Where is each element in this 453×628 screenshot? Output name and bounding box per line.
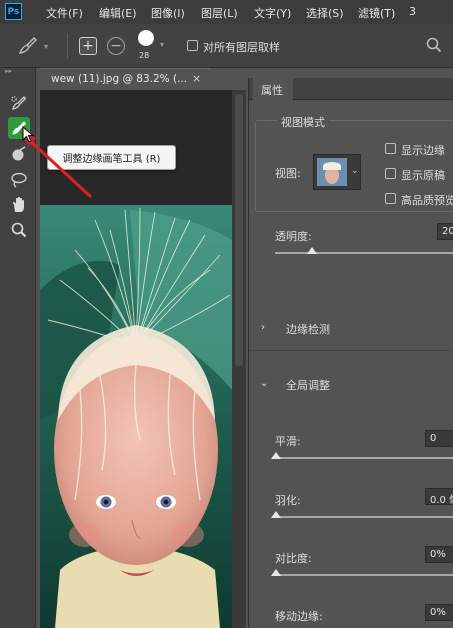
view-mode-title: 视图模式 [277, 114, 329, 130]
panel-tab-bar: 属性 [249, 78, 453, 100]
contrast-label: 对比度: [275, 552, 312, 565]
feather-slider-thumb[interactable] [271, 511, 281, 518]
toolbox: ▸▸ [0, 67, 36, 628]
feather-slider-track[interactable] [275, 516, 453, 518]
subtract-from-selection-icon[interactable]: − [107, 37, 125, 55]
high-quality-preview-checkbox[interactable] [385, 193, 396, 204]
menu-image[interactable]: 图像(I) [151, 5, 185, 21]
menu-select[interactable]: 选择(S) [306, 5, 344, 21]
lasso-tool-icon[interactable] [8, 169, 30, 191]
global-refinement-collapse-icon[interactable]: ⌄ [260, 378, 268, 389]
show-original-label: 显示原稿 [401, 169, 445, 182]
divider [249, 350, 453, 351]
show-edges-label: 显示边缘 [401, 144, 445, 157]
edge-detection-expand-icon[interactable]: › [261, 322, 265, 333]
opacity-slider-track[interactable] [275, 252, 453, 254]
contrast-slider-track[interactable] [275, 574, 453, 576]
photoshop-logo[interactable]: Ps [5, 3, 22, 20]
menu-filter[interactable]: 滤镜(T) [358, 5, 395, 21]
options-bar: ▾ + − 28 ▾ 对所有图层取样 [0, 24, 453, 68]
menu-type[interactable]: 文字(Y) [254, 5, 291, 21]
view-dropdown-chevron-icon: ⌄ [351, 166, 359, 176]
contrast-slider-thumb[interactable] [271, 569, 281, 576]
menu-layer[interactable]: 图层(L) [201, 5, 238, 21]
brush-tip-icon[interactable] [138, 30, 154, 46]
canvas-area[interactable] [40, 90, 232, 628]
sample-all-layers-label: 对所有图层取样 [203, 41, 280, 54]
canvas-vertical-scrollbar[interactable] [232, 90, 246, 628]
tool-tooltip: 调整边缘画笔工具 (R) [47, 145, 176, 170]
global-refinement-title[interactable]: 全局调整 [286, 377, 330, 393]
search-icon[interactable] [426, 37, 442, 53]
smooth-slider-thumb[interactable] [271, 452, 281, 459]
hand-tool-icon[interactable] [8, 194, 30, 216]
view-label: 视图: [275, 167, 301, 180]
zoom-tool-icon[interactable] [8, 219, 30, 241]
brush-tool-icon[interactable] [8, 144, 30, 166]
smooth-slider-track[interactable] [275, 457, 453, 459]
feather-input[interactable]: 0.0 像 [425, 488, 453, 505]
contrast-input[interactable]: 0% [425, 546, 453, 563]
refine-edge-brush-tool-icon[interactable] [8, 117, 30, 139]
smooth-input[interactable]: 0 [425, 430, 453, 447]
add-to-selection-icon[interactable]: + [79, 37, 97, 55]
show-edges-checkbox[interactable] [385, 143, 396, 154]
show-original-checkbox[interactable] [385, 168, 396, 179]
collapse-toolbox-icon[interactable]: ▸▸ [5, 67, 12, 75]
brush-size-chevron-icon[interactable]: ▾ [160, 40, 164, 49]
opacity-label: 透明度: [275, 230, 312, 243]
shift-edge-input[interactable]: 0% [425, 604, 453, 621]
feather-label: 羽化: [275, 494, 301, 507]
view-thumbnail [317, 158, 347, 186]
scrollbar-thumb[interactable] [235, 94, 243, 366]
edge-detection-title[interactable]: 边缘检测 [286, 321, 330, 337]
document-tab-title: wew (11).jpg @ 83.2% (... [51, 73, 188, 85]
close-tab-icon[interactable]: × [192, 72, 201, 85]
sample-all-layers-checkbox[interactable] [187, 40, 198, 51]
menu-bar: Ps 文件(F) 编辑(E) 图像(I) 图层(L) 文字(Y) 选择(S) 滤… [0, 0, 453, 24]
tab-properties[interactable]: 属性 [253, 78, 293, 100]
menu-file[interactable]: 文件(F) [46, 5, 83, 21]
quick-selection-tool-icon[interactable] [8, 92, 30, 114]
smooth-label: 平滑: [275, 435, 301, 448]
document-image [40, 90, 232, 628]
properties-panel: 属性 视图模式 视图: ⌄ 显示边缘 显示原稿 高品质预览 透明度: 20 › … [248, 78, 453, 628]
high-quality-preview-label: 高品质预览 [401, 194, 453, 207]
menu-3d[interactable]: 3 [409, 5, 416, 18]
brush-preset-chevron-icon[interactable]: ▾ [44, 42, 48, 51]
opacity-input[interactable]: 20 [437, 223, 453, 240]
menu-edit[interactable]: 编辑(E) [99, 5, 137, 21]
tab-properties-label: 属性 [261, 84, 283, 97]
document-tab[interactable]: wew (11).jpg @ 83.2% (... × [40, 68, 210, 90]
opacity-slider-thumb[interactable] [307, 247, 317, 254]
brush-size-value: 28 [139, 51, 150, 60]
brush-preset-icon[interactable] [16, 35, 40, 57]
shift-edge-label: 移动边缘: [275, 610, 323, 623]
tooltip-text: 调整边缘画笔工具 (R) [62, 154, 161, 165]
divider [67, 33, 68, 59]
view-mode-dropdown[interactable]: ⌄ [313, 154, 361, 190]
